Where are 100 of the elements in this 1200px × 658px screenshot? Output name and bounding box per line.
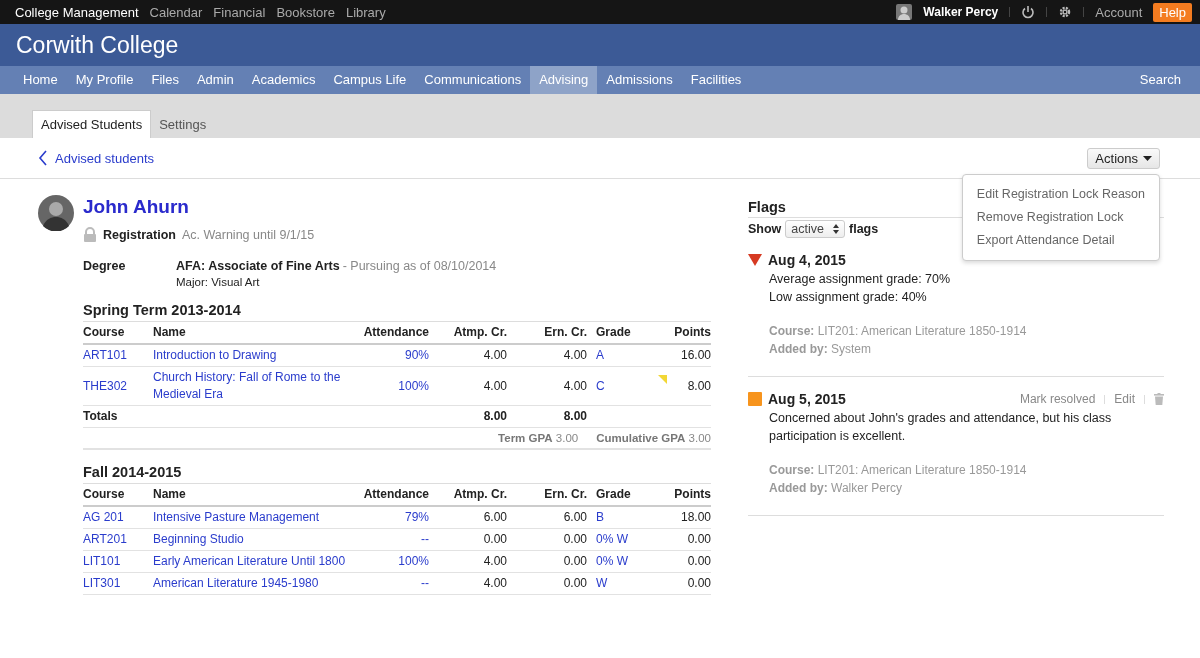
column-header: Course <box>83 484 153 506</box>
added-by-info: Added by: Walker Percy <box>769 480 903 497</box>
table-cell: 4.00 <box>483 348 507 362</box>
table-link[interactable]: 0% W <box>596 553 646 570</box>
table-link[interactable]: W <box>596 575 646 592</box>
column-header: Course <box>83 322 153 344</box>
table-cell: 0.00 <box>563 554 587 568</box>
table-cell: 18.00 <box>680 510 711 524</box>
table-link[interactable]: LIT301 <box>83 575 153 592</box>
table-link[interactable]: American Literature 1945-1980 <box>153 575 353 592</box>
avatar-icon <box>38 195 74 231</box>
table-link[interactable]: 0% W <box>596 531 646 548</box>
column-header: Ern. Cr. <box>507 322 587 344</box>
table-link[interactable]: Beginning Studio <box>153 531 353 548</box>
course-info: Course: LIT201: American Literature 1850-1914 <box>769 462 1028 479</box>
filter-select[interactable]: active <box>785 220 845 238</box>
table-link[interactable]: C <box>596 377 646 395</box>
table-cell: 8.00 <box>687 378 711 393</box>
menu-item[interactable]: Edit Registration Lock Reason <box>962 183 1159 206</box>
degree-status: - Pursuing as of 08/10/2014 <box>342 259 497 273</box>
table-link[interactable]: ART201 <box>83 531 153 548</box>
table-link[interactable]: Introduction to Drawing <box>153 347 353 364</box>
gpa-text: Term GPA 3.00 <box>498 432 579 444</box>
account-link[interactable]: Account <box>1095 4 1143 20</box>
top-link[interactable]: Financial <box>213 4 266 20</box>
table-cell: 0.00 <box>687 576 711 590</box>
column-header: Grade <box>587 322 646 344</box>
column-header: Grade <box>587 484 646 506</box>
gpa-text: Cumulative GPA 3.00 <box>596 432 711 444</box>
top-link[interactable]: Bookstore <box>276 4 335 20</box>
user-link[interactable]: Walker Percy <box>923 5 999 19</box>
nav-item[interactable]: Files <box>142 66 188 94</box>
table-cell: 4.00 <box>483 554 507 568</box>
column-header: Attendance <box>361 484 429 506</box>
flag-text: Average assignment grade: 70% <box>769 271 952 288</box>
table-link[interactable]: 90% <box>361 347 429 364</box>
tab[interactable]: Advised Students <box>32 110 152 138</box>
table-cell: 8.00 <box>483 409 507 423</box>
menu-item[interactable]: Export Attendance Detail <box>962 229 1159 252</box>
table-link[interactable]: 100% <box>361 377 429 395</box>
trash-icon[interactable] <box>1154 393 1164 405</box>
flag-action-link[interactable]: Edit <box>1114 392 1135 406</box>
flags-label: flags <box>849 222 879 236</box>
corner-marker-icon <box>658 375 667 384</box>
lock-icon <box>83 227 97 242</box>
table-cell: 0.00 <box>687 532 711 546</box>
top-link[interactable]: Library <box>345 4 386 20</box>
flag-date: Aug 4, 2015 <box>768 252 846 268</box>
nav-item[interactable]: Campus Life <box>324 66 416 94</box>
table-cell: 8.00 <box>563 409 587 423</box>
table-link[interactable]: 100% <box>361 553 429 570</box>
nav-item[interactable]: My Profile <box>66 66 143 94</box>
search-link[interactable]: Search <box>1130 66 1190 94</box>
app-link[interactable]: College Management <box>15 4 139 20</box>
column-header: Attendance <box>361 322 429 344</box>
flag-action-link[interactable]: Mark resolved <box>1019 392 1096 406</box>
table-link[interactable]: 79% <box>361 509 429 526</box>
top-link[interactable]: Calendar <box>149 4 203 20</box>
column-header: Atmp. Cr. <box>429 484 507 506</box>
table-link[interactable]: AG 201 <box>83 509 153 526</box>
table-cell: 0.00 <box>687 554 711 568</box>
table-link[interactable]: ART101 <box>83 347 153 364</box>
table-link[interactable]: -- <box>361 575 429 592</box>
table-link[interactable]: B <box>596 509 646 526</box>
table-link[interactable]: -- <box>361 531 429 548</box>
user-avatar-icon <box>896 4 913 20</box>
tab[interactable]: Settings <box>151 111 215 138</box>
table-cell: 4.00 <box>563 378 587 393</box>
nav-item[interactable]: Admissions <box>597 66 682 94</box>
table-link[interactable]: A <box>596 347 646 364</box>
table-link[interactable]: Church History: Fall of Rome to the Medieval Era <box>153 369 353 403</box>
site-title: Corwith College <box>16 31 179 59</box>
table-link[interactable]: Intensive Pasture Management <box>153 509 353 526</box>
nav-item[interactable]: Facilities <box>681 66 751 94</box>
table-cell: 4.00 <box>483 378 507 393</box>
menu-item[interactable]: Remove Registration Lock <box>962 206 1159 229</box>
table-link[interactable]: Early American Literature Until 1800 <box>153 553 353 570</box>
nav-item[interactable]: Home <box>14 66 67 94</box>
column-header: Name <box>153 322 361 344</box>
nav-item[interactable]: Communications <box>415 66 531 94</box>
nav-item[interactable]: Academics <box>242 66 325 94</box>
back-link[interactable]: Advised students <box>38 150 154 166</box>
column-header: Points <box>646 484 711 506</box>
major-text: Major: Visual Art <box>176 276 261 288</box>
table-cell: 0.00 <box>483 532 507 546</box>
degree-name: AFA: Associate of Fine Arts <box>176 259 340 273</box>
flag-text: Concerned about John's grades and attendance, but his class participation is excellent. <box>769 410 1113 445</box>
table-cell: 6.00 <box>483 510 507 524</box>
table-cell: 16.00 <box>680 348 711 362</box>
stepper-icon <box>833 224 839 234</box>
column-header: Name <box>153 484 361 506</box>
actions-button[interactable]: Actions <box>1087 147 1160 169</box>
show-label: Show <box>748 222 782 236</box>
student-name[interactable]: John Ahurn <box>83 195 315 219</box>
nav-item[interactable]: Admin <box>187 66 243 94</box>
course-info: Course: LIT201: American Literature 1850-1914 <box>769 323 1028 340</box>
lock-label: Registration <box>103 227 176 242</box>
table-link[interactable]: LIT101 <box>83 553 153 570</box>
table-link[interactable]: THE302 <box>83 377 153 395</box>
lock-note: Ac. Warning until 9/1/15 <box>181 227 315 242</box>
